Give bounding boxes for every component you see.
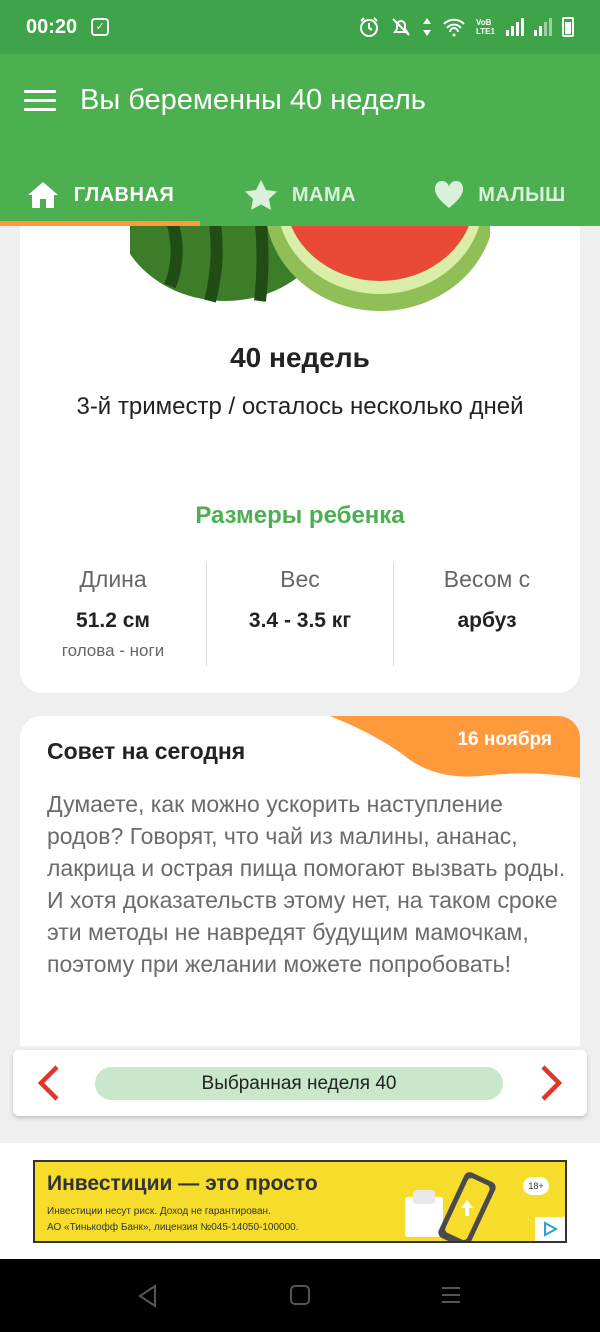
signal-icon-2: [534, 18, 552, 36]
home-icon: [26, 180, 60, 210]
page-title: Вы беременны 40 недель: [80, 84, 426, 116]
stat-label: Вес: [280, 566, 320, 592]
week-title: 40 недель: [230, 342, 370, 373]
tip-card: 16 ноября Совет на сегодня Думаете, как …: [20, 716, 580, 1046]
selected-week-label[interactable]: Выбранная неделя 40: [95, 1067, 503, 1100]
tip-text: Думаете, как можно ускорить наступление …: [47, 791, 566, 977]
tab-mama-label: МАМА: [291, 183, 357, 206]
recents-icon[interactable]: [440, 1284, 462, 1306]
stat-value: 3.4 - 3.5 кг: [248, 609, 352, 632]
tab-bar: ГЛАВНАЯ МАМА МАЛЫШ: [0, 164, 600, 226]
status-bar: 00:20 ✓ VoB LTE1: [0, 0, 600, 54]
menu-icon[interactable]: [24, 90, 56, 112]
stat-weight: Вес 3.4 - 3.5 кг: [206, 562, 393, 666]
stat-label: Весом с: [443, 566, 531, 592]
ad-headline: Инвестиции — это просто: [47, 1172, 318, 1195]
heart-icon: [434, 181, 464, 209]
vpn-icon: ✓: [91, 18, 110, 36]
week-subtitle: 3-й триместр / осталось несколько дней: [76, 393, 524, 420]
star-icon: [244, 179, 278, 211]
ad-banner[interactable]: Инвестиции — это просто Инвестиции несут…: [33, 1160, 567, 1243]
baby-sizes-heading: Размеры ребенка: [195, 502, 405, 529]
tab-home[interactable]: ГЛАВНАЯ: [0, 164, 200, 226]
stat-compare: Весом с арбуз: [393, 562, 580, 666]
signal-icon: [506, 18, 524, 36]
tip-title: Совет на сегодня: [47, 738, 246, 764]
adchoices-icon[interactable]: [535, 1217, 565, 1241]
chevron-left-icon[interactable]: [35, 1064, 63, 1102]
chevron-right-icon[interactable]: [537, 1064, 565, 1102]
tab-mama[interactable]: МАМА: [200, 164, 400, 226]
stat-length: Длина 51.2 см голова - ноги: [20, 562, 206, 666]
week-navigator: Выбранная неделя 40: [13, 1050, 587, 1116]
week-card: 40 недель 3-й триместр / осталось нескол…: [20, 226, 580, 693]
baby-stats: Длина 51.2 см голова - ноги Вес 3.4 - 3.…: [20, 562, 580, 666]
app-bar: Вы беременны 40 недель ГЛАВНАЯ МАМА МАЛЫ…: [0, 54, 600, 226]
status-time: 00:20: [26, 15, 78, 38]
system-nav-bar: [0, 1259, 600, 1332]
age-rating-badge: 18+: [523, 1177, 549, 1195]
tab-baby[interactable]: МАЛЫШ: [400, 164, 600, 226]
battery-icon: [562, 17, 574, 37]
ad-illustration: [405, 1172, 496, 1241]
tab-baby-label: МАЛЫШ: [478, 183, 566, 206]
stat-label: Длина: [79, 566, 147, 592]
home-button-icon[interactable]: [289, 1284, 311, 1306]
tip-date: 16 ноября: [457, 729, 552, 750]
network-badge: VoB LTE1: [476, 18, 495, 36]
tab-home-label: ГЛАВНАЯ: [73, 183, 175, 206]
ad-area: Инвестиции — это просто Инвестиции несут…: [0, 1143, 600, 1259]
ad-disclaimer: Инвестиции несут риск. Доход не гарантир…: [47, 1206, 271, 1217]
stat-value: арбуз: [457, 609, 517, 632]
wifi-icon: [443, 18, 465, 37]
stat-value: 51.2 см: [76, 609, 150, 632]
back-icon[interactable]: [137, 1284, 159, 1308]
alarm-icon: [360, 17, 378, 37]
stat-note: голова - ноги: [61, 641, 165, 660]
ad-license: АО «Тинькофф Банк», лицензия №045-14050-…: [47, 1222, 299, 1233]
watermelon-image: [130, 226, 490, 311]
mute-icon: [392, 18, 410, 36]
data-icon: [423, 18, 431, 36]
status-icons: VoB LTE1: [358, 16, 574, 38]
